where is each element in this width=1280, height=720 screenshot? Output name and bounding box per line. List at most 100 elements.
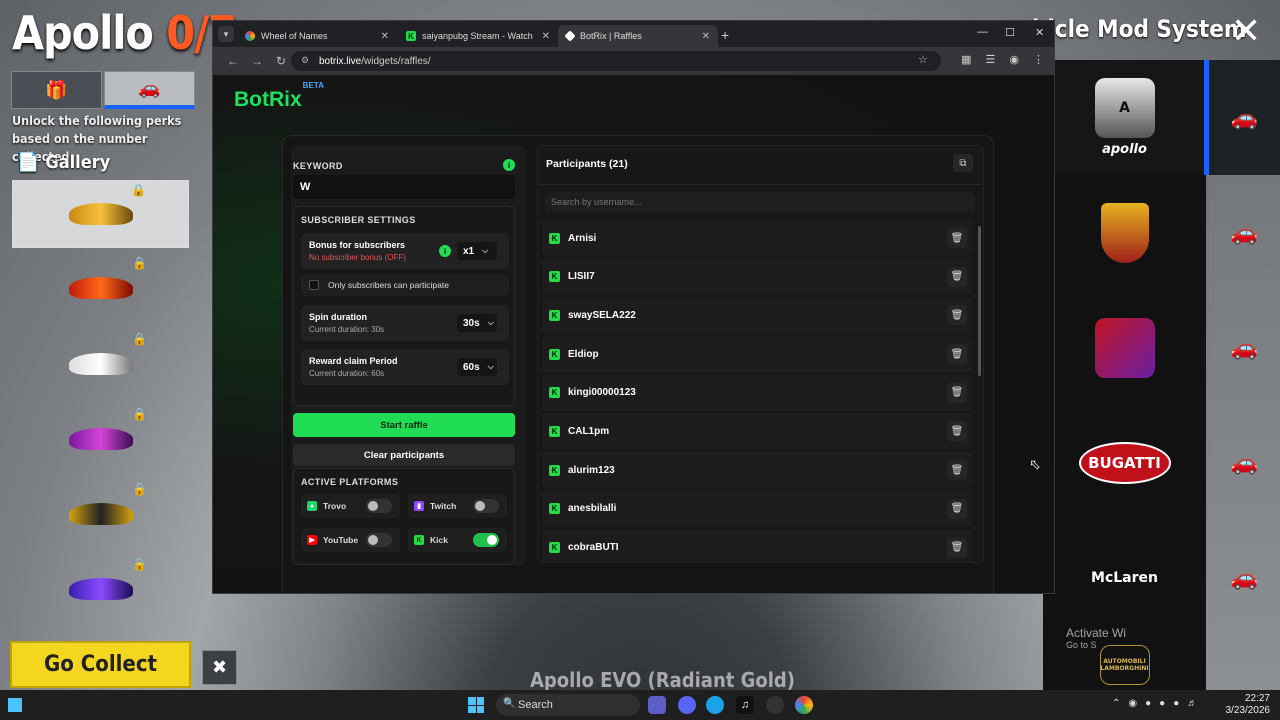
participant-row: K Eldiop 🗑 (542, 336, 972, 373)
taskbar-search[interactable]: 🔍 Search (496, 694, 640, 716)
close-tab-icon[interactable]: ✕ (381, 31, 389, 42)
mic-icon[interactable]: ● (1159, 698, 1165, 709)
brand-apollo[interactable]: Aapollo (1043, 60, 1206, 175)
close-tab-icon[interactable]: ✕ (542, 31, 550, 42)
copy-icon[interactable]: ⧉ (953, 154, 973, 172)
car-image (68, 203, 133, 225)
car-slot-2[interactable]: 🔒 (12, 254, 189, 322)
network-icon[interactable]: ◉ (1128, 698, 1137, 709)
widgets-icon[interactable] (8, 698, 22, 712)
reload-icon[interactable]: ↻ (269, 54, 293, 68)
keyword-label: KEYWORD (293, 161, 343, 171)
menu-icon[interactable]: ⋮ (1033, 53, 1044, 66)
search-icon: 🔍 (503, 698, 516, 709)
close-icon[interactable]: ✕ (1231, 13, 1261, 49)
spin-duration-dropdown[interactable]: 30s ⌵ (457, 314, 497, 332)
car-icon: 🚗 (138, 78, 161, 98)
car-thumbnail-2[interactable]: 🚗 (1209, 175, 1280, 290)
participant-list-scrollbar[interactable] (978, 226, 981, 376)
car-slot-5[interactable]: 🔒 (12, 480, 189, 548)
tiktok-icon[interactable]: ♫ (736, 696, 754, 714)
participant-row: Kalurim123 🗑 (542, 452, 972, 489)
platform-kick: K Kick (408, 528, 507, 552)
forward-icon[interactable]: → (245, 54, 269, 68)
url-field[interactable]: ⚙ botrix.live/widgets/raffles/ (291, 51, 941, 71)
app-tray-icon[interactable]: ● (1145, 698, 1151, 709)
car-slot-4[interactable]: 🔒 (12, 405, 189, 473)
volume-icon[interactable]: ♬ (1187, 698, 1197, 709)
car-thumbnail-1[interactable]: 🚗 (1209, 60, 1280, 175)
brand-porsche[interactable] (1043, 175, 1206, 290)
keyword-input[interactable]: W (293, 175, 515, 199)
car-thumbnail-3[interactable]: 🚗 (1209, 290, 1280, 405)
clock[interactable]: 22:27 3/23/2026 (1226, 693, 1271, 717)
tab-search-button[interactable]: ▾ (218, 26, 234, 42)
trash-icon[interactable]: 🗑 (947, 537, 967, 558)
teams-icon[interactable] (648, 696, 666, 714)
chevron-up-icon[interactable]: ⌃ (1112, 698, 1120, 709)
extensions-icon[interactable]: ▦ (961, 53, 971, 66)
twitch-toggle[interactable] (473, 499, 499, 513)
brand-transformers[interactable] (1043, 290, 1206, 405)
trovo-toggle[interactable] (366, 499, 392, 513)
tab-wheel-of-names[interactable]: Wheel of Names ✕ (237, 25, 397, 47)
lock-icon: 🔒 (132, 256, 147, 270)
trash-icon[interactable]: 🗑 (947, 266, 967, 287)
tab-botrix-raffles[interactable]: BotRix | Raffles ✕ (558, 25, 718, 47)
participant-search-input[interactable]: Search by username... (545, 192, 975, 212)
botrix-icon (564, 30, 576, 42)
trash-icon[interactable]: 🗑 (947, 421, 967, 442)
tab-gift[interactable]: 🎁 (11, 71, 102, 109)
trash-icon[interactable]: 🗑 (947, 460, 967, 481)
info-icon[interactable]: i (503, 159, 515, 171)
close-window-button[interactable]: ✕ (1035, 26, 1044, 39)
chrome-icon[interactable] (795, 696, 813, 714)
maximize-button[interactable]: ☐ (1005, 26, 1015, 39)
address-bar-row: ← → ↻ ⚙ botrix.live/widgets/raffles/ ☆ ▦… (213, 47, 1054, 75)
clear-participants-button[interactable]: Clear participants (293, 444, 515, 466)
car-thumbnail-4[interactable]: 🚗 (1209, 405, 1280, 520)
bookmark-star-icon[interactable]: ☆ (918, 53, 928, 66)
active-platforms-title: ACTIVE PLATFORMS (301, 477, 399, 487)
minimize-button[interactable]: — (977, 26, 988, 38)
app-icon[interactable] (766, 696, 784, 714)
trash-icon[interactable]: 🗑 (947, 382, 967, 403)
tools-button[interactable]: ✖ (202, 650, 237, 685)
car-slot-1[interactable]: 🔒 (12, 180, 189, 248)
media-icon[interactable]: ☰ (986, 53, 996, 66)
new-tab-button[interactable]: + (721, 27, 729, 43)
kick-icon: K (414, 535, 424, 545)
back-icon[interactable]: ← (221, 54, 245, 68)
start-button[interactable] (468, 697, 484, 713)
trash-icon[interactable]: 🗑 (947, 498, 967, 519)
car-thumbnail-5[interactable]: 🚗 (1209, 520, 1280, 635)
discord-icon[interactable] (678, 696, 696, 714)
tab-cars[interactable]: 🚗 (104, 71, 195, 109)
brand-mclaren[interactable]: McLaren (1043, 520, 1206, 635)
trash-icon[interactable]: 🗑 (947, 228, 967, 248)
app-icon[interactable] (706, 696, 724, 714)
bonus-multiplier-dropdown[interactable]: x1 ⌵ (457, 242, 497, 260)
car-slot-6[interactable]: 🔒 (12, 555, 189, 623)
close-tab-icon[interactable]: ✕ (702, 31, 710, 42)
system-tray: ⌃ ◉ ● ● ● ♬ (1112, 698, 1197, 709)
tab-saiyanpubg-stream[interactable]: K saiyanpubg Stream - Watch Live ✕ (398, 25, 558, 47)
youtube-icon: ▶ (307, 535, 317, 545)
only-subscribers-row[interactable]: Only subscribers can participate (301, 274, 509, 296)
brand-bugatti[interactable]: BUGATTI (1043, 405, 1206, 520)
site-info-icon[interactable]: ⚙ (301, 55, 309, 66)
start-raffle-button[interactable]: Start raffle (293, 413, 515, 437)
kick-icon: K (549, 271, 560, 283)
only-subscribers-checkbox[interactable] (309, 280, 319, 290)
trash-icon[interactable]: 🗑 (947, 305, 967, 326)
car-slot-3[interactable]: 🔒 (12, 330, 189, 398)
info-icon[interactable]: i (439, 245, 451, 257)
reward-claim-dropdown[interactable]: 60s ⌵ (457, 358, 497, 376)
youtube-toggle[interactable] (366, 533, 392, 547)
profile-icon[interactable]: ◉ (1009, 53, 1019, 66)
wifi-icon[interactable]: ● (1173, 698, 1179, 709)
trash-icon[interactable]: 🗑 (947, 344, 967, 365)
botrix-logo[interactable]: BotRixBETA (234, 81, 324, 112)
go-collect-button[interactable]: Go Collect (10, 641, 191, 688)
kick-toggle[interactable] (473, 533, 499, 547)
